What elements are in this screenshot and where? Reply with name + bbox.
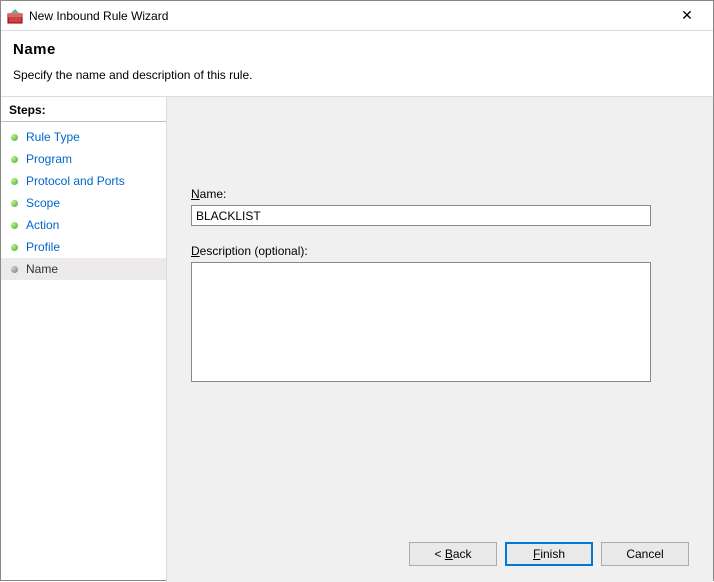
back-button[interactable]: < Back — [409, 542, 497, 566]
titlebar: New Inbound Rule Wizard ✕ — [1, 1, 713, 31]
bullet-icon — [11, 244, 18, 251]
page-subtitle: Specify the name and description of this… — [13, 68, 701, 82]
close-button[interactable]: ✕ — [667, 7, 707, 24]
step-label: Program — [26, 152, 72, 166]
bullet-icon — [11, 222, 18, 229]
finish-button[interactable]: Finish — [505, 542, 593, 566]
name-input[interactable] — [191, 205, 651, 226]
wizard-header: Name Specify the name and description of… — [1, 31, 713, 97]
main-panel: Name: Description (optional): < Back Fin… — [166, 97, 713, 582]
step-profile[interactable]: Profile — [1, 236, 166, 258]
step-protocol-ports[interactable]: Protocol and Ports — [1, 170, 166, 192]
step-scope[interactable]: Scope — [1, 192, 166, 214]
step-rule-type[interactable]: Rule Type — [1, 126, 166, 148]
description-label: Description (optional): — [191, 244, 689, 258]
step-program[interactable]: Program — [1, 148, 166, 170]
window-title: New Inbound Rule Wizard — [29, 9, 667, 23]
step-label: Action — [26, 218, 59, 232]
bullet-icon — [11, 178, 18, 185]
step-label: Name — [26, 262, 58, 276]
step-action[interactable]: Action — [1, 214, 166, 236]
description-textarea[interactable] — [191, 262, 651, 382]
steps-heading: Steps: — [1, 103, 166, 122]
page-title: Name — [13, 41, 701, 58]
bullet-icon — [11, 200, 18, 207]
cancel-button[interactable]: Cancel — [601, 542, 689, 566]
step-label: Scope — [26, 196, 60, 210]
name-label: Name: — [191, 187, 689, 201]
bullet-icon — [11, 156, 18, 163]
bullet-icon — [11, 266, 18, 273]
step-label: Profile — [26, 240, 60, 254]
firewall-icon — [7, 8, 23, 24]
step-label: Rule Type — [26, 130, 80, 144]
steps-sidebar: Steps: Rule Type Program Protocol and Po… — [1, 97, 166, 582]
bullet-icon — [11, 134, 18, 141]
step-name[interactable]: Name — [1, 258, 166, 280]
wizard-buttons: < Back Finish Cancel — [409, 542, 689, 566]
step-label: Protocol and Ports — [26, 174, 125, 188]
